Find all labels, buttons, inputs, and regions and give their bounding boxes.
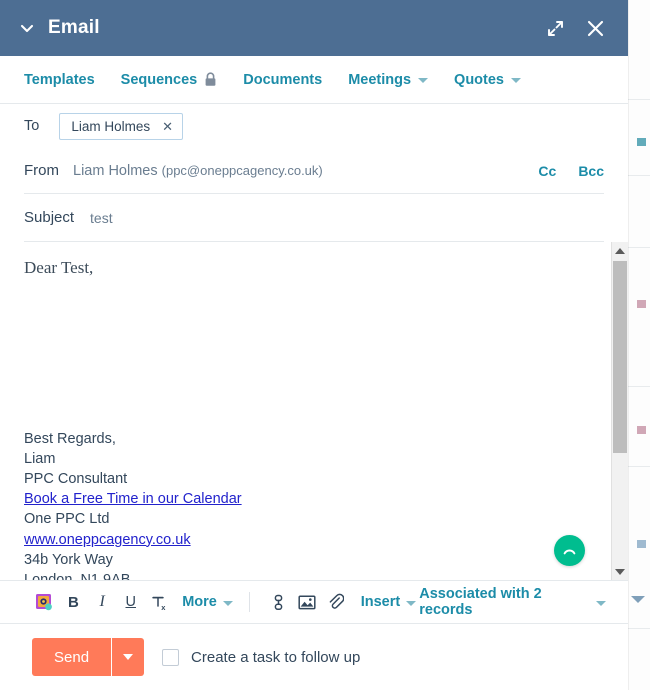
from-label: From [24, 162, 59, 179]
background-blip [637, 540, 646, 548]
body-scrollbar[interactable] [611, 242, 628, 580]
clear-formatting-button[interactable]: x [147, 589, 173, 616]
signature-website-link[interactable]: www.oneppcagency.co.uk [24, 530, 242, 550]
recipient-fields: To Liam Holmes ✕ From Liam Holmes (ppc@o… [0, 104, 628, 242]
signature-line: Liam [24, 450, 56, 467]
paperclip-icon[interactable] [323, 589, 349, 616]
signature-line: London, N1 9AB [24, 572, 131, 580]
tab-quotes[interactable]: Quotes [454, 72, 521, 88]
subject-input[interactable]: test [90, 210, 113, 226]
chevron-down-icon [418, 78, 429, 83]
tab-documents[interactable]: Documents [243, 72, 322, 88]
chevron-down-icon [222, 600, 233, 606]
background-blip [637, 426, 646, 434]
signature-line: Best Regards, [24, 430, 116, 447]
associated-records-label: Associated with 2 records [419, 586, 542, 618]
tab-templates[interactable]: Templates [24, 72, 95, 88]
toolbar-separator [248, 592, 250, 612]
editor-toolbar: B I U x More Insert Associated with 2 re… [0, 580, 628, 624]
cc-link[interactable]: Cc [538, 163, 556, 179]
signature-line: 34b York Way [24, 551, 113, 568]
more-formatting-button[interactable]: More [182, 594, 233, 610]
chevron-down-icon [406, 600, 417, 606]
signature-calendar-link[interactable]: Book a Free Time in our Calendar [24, 489, 242, 509]
send-button[interactable]: Send [32, 638, 112, 676]
bcc-link[interactable]: Bcc [578, 163, 604, 179]
from-value[interactable]: Liam Holmes (ppc@oneppcagency.co.uk) [73, 163, 323, 179]
recipient-name: Liam Holmes [71, 118, 151, 134]
expand-diagonal-icon[interactable] [540, 13, 570, 43]
background-divider [628, 466, 650, 467]
chevron-down-icon [511, 78, 521, 83]
followup-label: Create a task to follow up [191, 648, 361, 666]
followup-task-group[interactable]: Create a task to follow up [162, 648, 361, 666]
scroll-up-arrow-icon[interactable] [612, 242, 628, 259]
scroll-down-arrow-icon[interactable] [612, 563, 628, 580]
underline-button[interactable]: U [118, 589, 144, 616]
email-body-editor[interactable]: Dear Test, Best Regards, Liam PPC Consul… [0, 242, 611, 580]
subject-label: Subject [24, 209, 75, 226]
chevron-down-icon[interactable] [16, 17, 38, 39]
from-name: Liam Holmes [73, 162, 158, 179]
email-compose-window: Email Templates Sequences Documents Meet… [0, 0, 628, 690]
from-email: (ppc@oneppcagency.co.uk) [161, 162, 323, 178]
background-divider [628, 247, 650, 248]
more-label: More [182, 594, 217, 610]
image-emoji-icon[interactable] [32, 589, 58, 616]
scroll-down-glyph [615, 568, 625, 575]
recipient-chip[interactable]: Liam Holmes ✕ [59, 112, 184, 140]
chevron-down-icon [123, 654, 134, 660]
background-blip [637, 138, 646, 146]
signature-line: One PPC Ltd [24, 511, 110, 528]
subject-row: Subject test [24, 194, 604, 242]
window-title: Email [48, 17, 100, 38]
background-divider [628, 99, 650, 100]
to-label: To [24, 118, 40, 134]
email-signature: Best Regards, Liam PPC Consultant Book a… [24, 429, 242, 580]
background-blip [637, 300, 646, 308]
signature-line: PPC Consultant [24, 470, 128, 487]
send-button-group: Send [32, 638, 145, 676]
tab-label: Meetings [348, 71, 412, 88]
background-page-strip [628, 0, 650, 690]
followup-checkbox[interactable] [162, 648, 180, 666]
background-caret-icon [631, 596, 645, 603]
associated-records-button[interactable]: Associated with 2 records [419, 586, 607, 618]
scroll-up-glyph [615, 247, 625, 254]
scrollbar-thumb[interactable] [613, 261, 627, 453]
tab-label: Documents [243, 71, 323, 88]
chevron-down-icon [596, 600, 607, 606]
background-divider [628, 175, 650, 176]
background-divider [628, 386, 650, 387]
close-x-icon[interactable]: ✕ [162, 120, 173, 133]
to-row: To Liam Holmes ✕ [24, 104, 604, 148]
close-x-icon[interactable] [580, 13, 610, 43]
send-dropdown-button[interactable] [112, 638, 145, 676]
body-greeting: Dear Test, [24, 258, 94, 277]
email-body-area: Dear Test, Best Regards, Liam PPC Consul… [0, 242, 628, 580]
tab-sequences[interactable]: Sequences [121, 72, 218, 88]
background-divider [628, 628, 650, 629]
tab-label: Sequences [120, 71, 198, 88]
tab-meetings[interactable]: Meetings [348, 71, 429, 88]
window-title-bar: Email [0, 0, 628, 56]
bold-button[interactable]: B [61, 589, 87, 616]
italic-button[interactable]: I [89, 589, 115, 616]
insert-button[interactable]: Insert [361, 594, 417, 610]
from-row: From Liam Holmes (ppc@oneppcagency.co.uk… [24, 148, 604, 194]
tab-label: Templates [24, 71, 95, 88]
insert-label: Insert [360, 594, 401, 610]
image-icon[interactable] [294, 589, 320, 616]
tab-label: Quotes [454, 71, 504, 88]
link-icon[interactable] [266, 589, 292, 616]
lock-icon [205, 72, 216, 86]
compose-footer: Send Create a task to follow up [0, 624, 628, 690]
tab-strip: Templates Sequences Documents Meetings Q… [0, 56, 628, 104]
svg-text:x: x [161, 603, 166, 612]
chat-bubble-icon[interactable] [554, 535, 585, 566]
